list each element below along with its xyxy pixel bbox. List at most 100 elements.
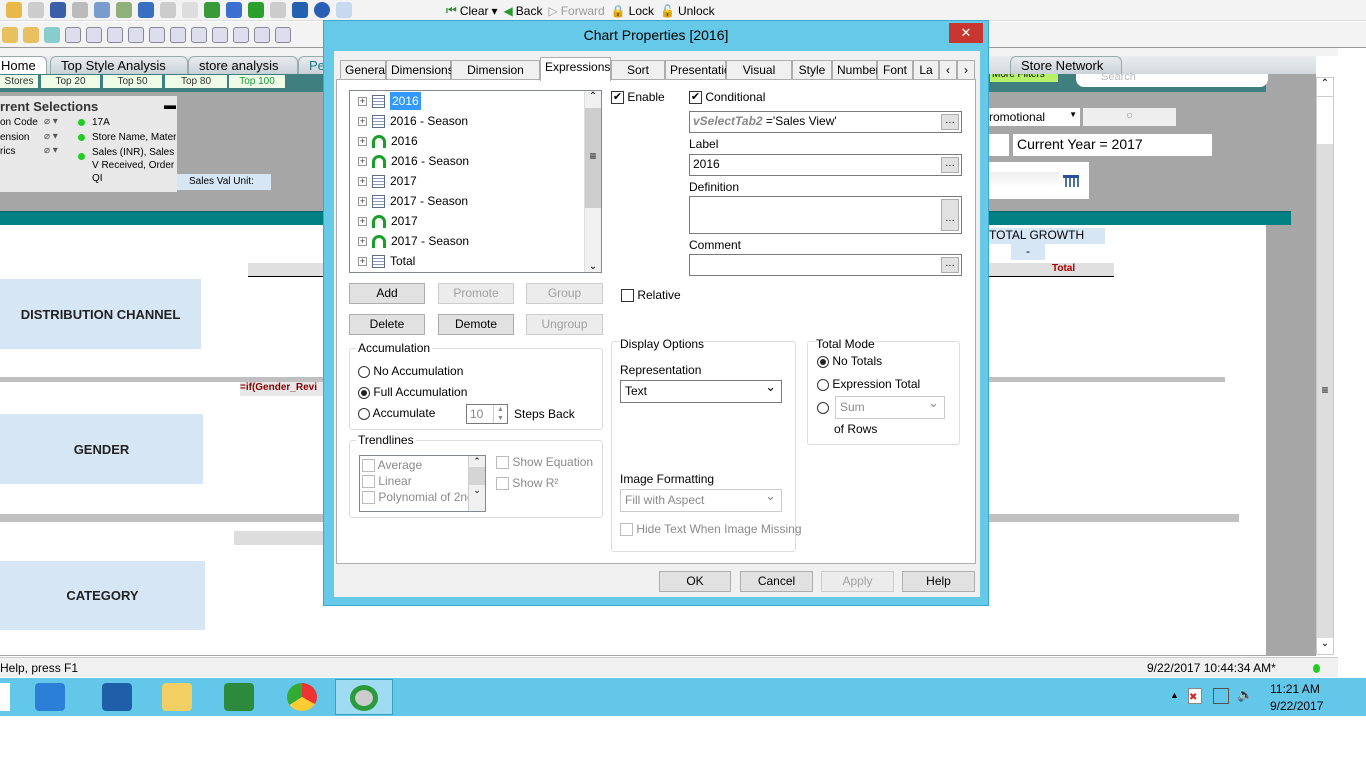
open-icon[interactable] (6, 2, 22, 18)
expand-icon[interactable]: + (358, 156, 367, 166)
trendline-average[interactable]: Average (362, 458, 422, 473)
expression-item[interactable]: +2017 (358, 171, 417, 191)
image-formatting-select[interactable]: Fill with Aspect (620, 488, 782, 512)
context-help-icon[interactable] (336, 2, 352, 18)
expression-list[interactable]: ⌃ ≡ ⌄ +2016 +2016 - Season +2016 +2016 - Se… (349, 90, 602, 273)
excel-app-icon[interactable] (224, 683, 254, 711)
clock-time[interactable]: 11:21 AM (1270, 682, 1320, 696)
circle-button[interactable]: ○ (1083, 108, 1176, 126)
sheet-prev-icon[interactable] (2, 27, 18, 43)
listbox-icon[interactable] (65, 27, 81, 43)
label-edit-button[interactable]: … (941, 157, 959, 173)
radio-sum[interactable] (817, 400, 829, 414)
server-manager-icon[interactable] (35, 683, 65, 711)
tab-scroll-left-icon[interactable]: ‹ (939, 60, 957, 80)
help-button[interactable]: Help (902, 571, 975, 592)
clear-field-icon[interactable]: ⌀ ▾ (44, 131, 58, 142)
tab-number[interactable]: Number (832, 60, 880, 80)
excel-icon[interactable] (292, 2, 308, 18)
search-input[interactable]: Search (1076, 72, 1268, 87)
radio-full-accumulation[interactable]: Full Accumulation (358, 385, 467, 399)
definition-edit-button[interactable]: … (941, 199, 959, 231)
redo-icon[interactable] (160, 2, 176, 18)
expand-icon[interactable]: + (358, 96, 367, 106)
chrome-icon[interactable] (287, 683, 317, 711)
slider-icon[interactable] (275, 27, 291, 43)
subtab-top-100[interactable]: Top 100 (229, 75, 285, 88)
action-center-icon[interactable]: ✖ (1188, 688, 1202, 704)
group-button[interactable]: Group (526, 283, 603, 304)
network-icon[interactable] (1213, 688, 1229, 704)
scroll-thumb[interactable] (1317, 96, 1333, 144)
help-icon[interactable] (314, 2, 330, 18)
show-hidden-icons[interactable]: ▲ (1170, 690, 1179, 700)
demote-button[interactable]: Demote (438, 314, 514, 335)
scroll-up-icon[interactable]: ⌃ (1317, 78, 1333, 96)
category-box[interactable]: CATEGORY (0, 561, 205, 630)
tab-font[interactable]: Font (877, 60, 913, 80)
chart-icon[interactable] (149, 27, 165, 43)
clear-field-icon[interactable]: ⌀ ▾ (44, 145, 58, 156)
expand-icon[interactable]: + (358, 176, 367, 186)
cancel-button[interactable]: Cancel (740, 571, 813, 592)
expression-item[interactable]: + Total (358, 251, 415, 271)
input-box-icon[interactable] (170, 27, 186, 43)
condition-field[interactable]: vSelectTab2 ='Sales View'… (689, 111, 962, 133)
definition-field[interactable]: … (689, 196, 962, 234)
chart-wizard-icon[interactable] (226, 2, 242, 18)
text-object-icon[interactable] (233, 27, 249, 43)
multibox-icon[interactable] (128, 27, 144, 43)
reload-icon[interactable] (28, 2, 44, 18)
aggregation-select[interactable]: Sum (835, 395, 945, 419)
comment-edit-button[interactable]: … (941, 257, 959, 273)
expression-item[interactable]: +2016 (358, 91, 421, 111)
delete-button[interactable]: Delete (349, 314, 425, 335)
trendline-scrollbar[interactable]: ⌃ ⌄ (468, 456, 485, 511)
tab-expressions[interactable]: Expressions (540, 57, 611, 81)
edit-icon[interactable] (270, 2, 286, 18)
promo-dropdown[interactable]: romotional ▼ (985, 108, 1080, 126)
add-button[interactable]: Add (349, 283, 425, 304)
expression-item[interactable]: +2017 (358, 211, 418, 231)
clock-date[interactable]: 9/22/2017 (1270, 699, 1323, 713)
tab-style[interactable]: Style (792, 60, 832, 80)
expression-item[interactable]: +2016 - Season (358, 111, 468, 131)
start-icon[interactable] (0, 683, 10, 711)
scroll-down-icon[interactable]: ⌄ (1317, 638, 1333, 654)
scroll-up-icon[interactable]: ⌃ (585, 91, 601, 102)
hide-text-checkbox[interactable]: Hide Text When Image Missing (620, 522, 802, 537)
selections-icon[interactable] (204, 2, 220, 18)
distribution-channel-box[interactable]: DISTRIBUTION CHANNEL (0, 279, 201, 349)
show-r2-checkbox[interactable]: Show R² (496, 476, 558, 491)
undo-icon[interactable] (138, 2, 154, 18)
tab-scroll-right-icon[interactable]: › (957, 60, 975, 80)
relative-checkbox[interactable]: Relative (621, 288, 681, 303)
trendline-polynomial[interactable]: Polynomial of 2nd d (362, 490, 484, 505)
expand-icon[interactable]: + (358, 216, 367, 226)
statistics-box-icon[interactable] (86, 27, 102, 43)
radio-no-totals[interactable]: No Totals (817, 354, 882, 368)
conditional-checkbox[interactable]: ✔ Conditional (689, 90, 765, 105)
scroll-down-icon[interactable]: ⌄ (585, 261, 601, 272)
radio-no-accumulation[interactable]: No Accumulation (358, 364, 463, 378)
more-filters-button[interactable]: More Filters (990, 74, 1058, 82)
minimize-icon[interactable]: ▬ (164, 98, 176, 112)
expand-icon[interactable]: + (358, 116, 367, 126)
expression-item[interactable]: +2016 (358, 131, 418, 151)
tab-home[interactable]: Home (0, 56, 47, 74)
qlikview-task-button[interactable] (335, 679, 393, 715)
steps-back-stepper[interactable]: 10 ▲ ▼ (466, 404, 508, 424)
date-input[interactable] (985, 172, 1059, 188)
list-scrollbar[interactable]: ⌃ ≡ ⌄ (584, 91, 601, 272)
sheet-next-icon[interactable] (23, 27, 39, 43)
subtab-top-50[interactable]: Top 50 (103, 75, 162, 88)
gender-box[interactable]: GENDER (0, 414, 203, 484)
edit-script-icon[interactable] (94, 2, 110, 18)
search-icon[interactable] (182, 2, 198, 18)
trendline-linear[interactable]: Linear (362, 474, 412, 489)
reload-data-icon[interactable] (116, 2, 132, 18)
close-button[interactable]: ✕ (949, 23, 983, 43)
sheet-props-icon[interactable] (44, 27, 60, 43)
radio-expression-total[interactable]: Expression Total (817, 377, 920, 391)
enable-checkbox[interactable]: ✔ Enable (611, 90, 665, 105)
